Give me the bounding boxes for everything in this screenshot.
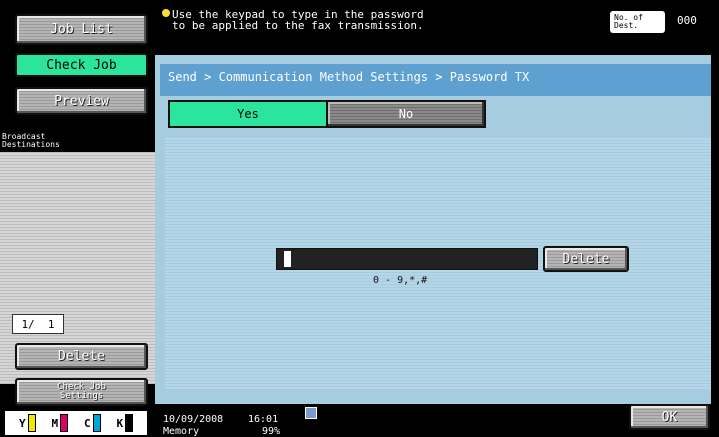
toner-level-indicator: Y M C K bbox=[5, 411, 147, 435]
destination-count-label: No. of Dest. bbox=[610, 11, 665, 33]
job-list-label: Job List bbox=[50, 22, 113, 37]
memory-label: Memory bbox=[163, 426, 200, 437]
check-job-label: Check Job bbox=[46, 57, 117, 73]
ok-button[interactable]: OK bbox=[629, 404, 710, 430]
toner-k-bar bbox=[125, 414, 134, 432]
check-job-settings-button[interactable]: Check Job Settings bbox=[15, 378, 148, 406]
toner-m-bar bbox=[60, 414, 69, 432]
time-display: 16:01 bbox=[248, 414, 279, 425]
toner-y: Y bbox=[19, 414, 36, 432]
ok-label: OK bbox=[661, 409, 678, 425]
delete-sidebar-button[interactable]: Delete bbox=[15, 343, 148, 370]
toner-m-label: M bbox=[51, 416, 59, 430]
toner-k: K bbox=[116, 414, 134, 432]
delete-button[interactable]: Delete bbox=[543, 246, 629, 272]
page-indicator: 1/ 1 bbox=[12, 314, 64, 334]
message-line-2: to be applied to the fax transmission. bbox=[172, 19, 424, 32]
breadcrumb: Send > Communication Method Settings > P… bbox=[160, 64, 711, 96]
preview-button[interactable]: Preview bbox=[15, 87, 148, 115]
check-job-settings-label: Check Job Settings bbox=[57, 382, 106, 401]
text-cursor bbox=[284, 251, 291, 267]
no-label: No bbox=[398, 107, 414, 121]
job-list-button[interactable]: Job List bbox=[15, 14, 148, 45]
delete-sidebar-label: Delete bbox=[58, 349, 105, 364]
destination-count: 000 bbox=[677, 14, 697, 27]
no-button[interactable]: No bbox=[326, 100, 486, 128]
breadcrumb-text: Send > Communication Method Settings > P… bbox=[168, 70, 530, 84]
memory-value: 99% bbox=[262, 426, 281, 437]
date-display: 10/09/2008 bbox=[163, 414, 224, 425]
toner-y-bar bbox=[27, 414, 36, 432]
toner-c: C bbox=[84, 414, 101, 432]
toner-c-label: C bbox=[83, 416, 91, 430]
toner-c-bar bbox=[92, 414, 101, 432]
fax-status-icon bbox=[305, 407, 317, 419]
toner-k-label: K bbox=[116, 416, 124, 430]
toner-m: M bbox=[51, 414, 69, 432]
destination-count-label-text: No. of Dest. bbox=[614, 13, 643, 30]
password-tx-toggle: Yes No bbox=[168, 100, 486, 128]
yes-label: Yes bbox=[237, 107, 259, 121]
toner-y-label: Y bbox=[18, 416, 26, 430]
preview-label: Preview bbox=[54, 93, 109, 109]
yes-button[interactable]: Yes bbox=[168, 100, 326, 128]
delete-label: Delete bbox=[562, 251, 610, 267]
password-input[interactable] bbox=[276, 248, 538, 270]
allowed-characters-hint: 0 - 9,*,# bbox=[373, 275, 428, 286]
page-indicator-text: 1/ 1 bbox=[21, 317, 55, 331]
broadcast-destinations-text: Broadcast Destinations bbox=[2, 132, 60, 149]
broadcast-destinations-label: Broadcast Destinations bbox=[0, 130, 155, 152]
instruction-message: Use the keypad to type in the password t… bbox=[162, 9, 424, 31]
check-job-button[interactable]: Check Job bbox=[15, 53, 148, 77]
